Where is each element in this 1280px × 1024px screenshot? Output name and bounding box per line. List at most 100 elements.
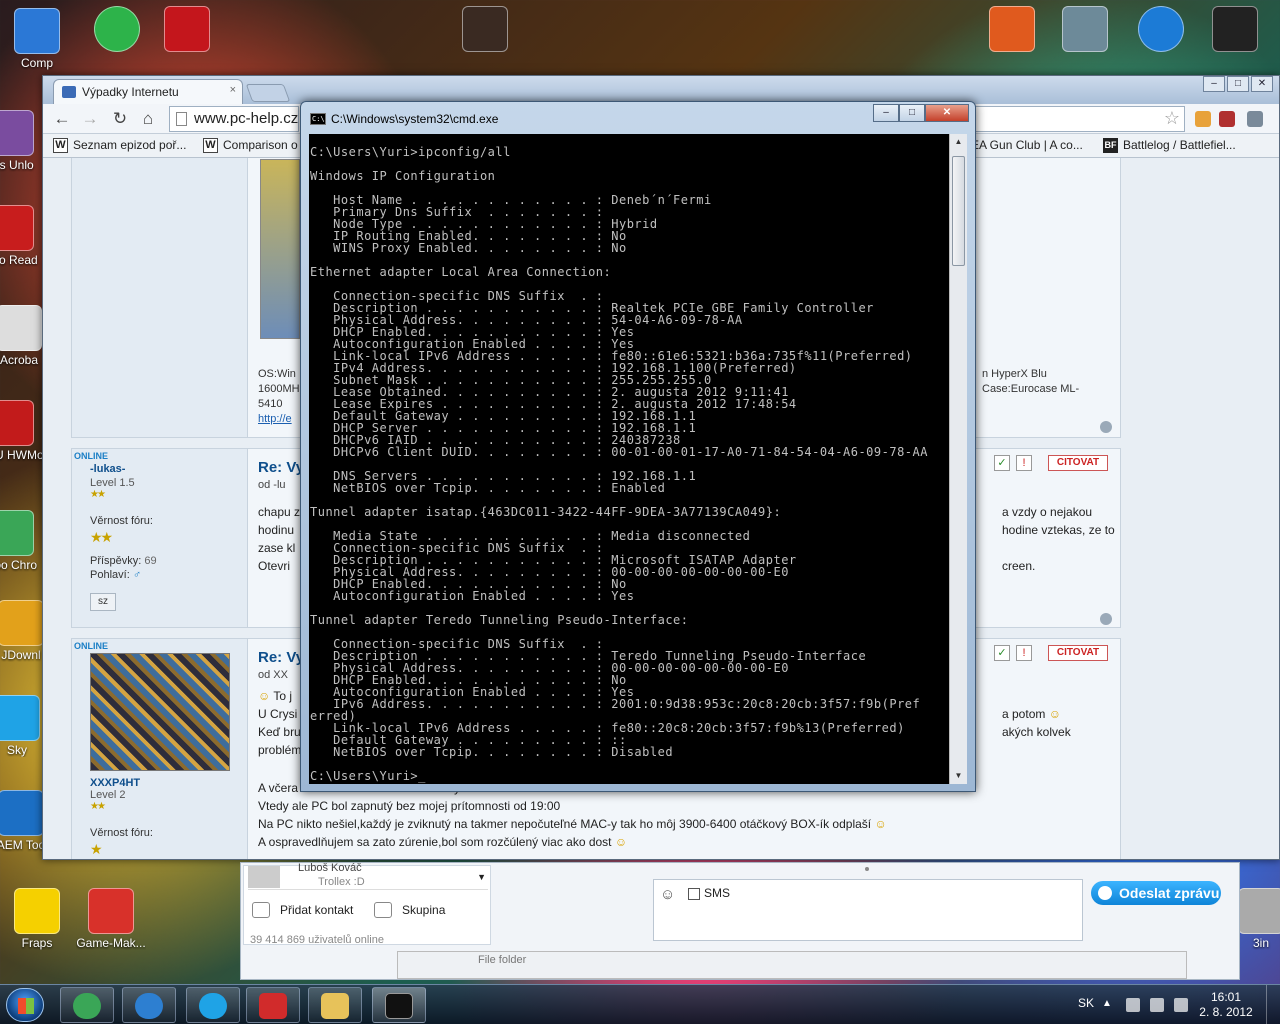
maximize-button[interactable]: □ xyxy=(1227,76,1249,92)
scroll-up-arrow-icon[interactable]: ▲ xyxy=(950,134,967,150)
bookmark-item[interactable]: EA Gun Club | A co... xyxy=(971,138,1083,152)
desktop-icon-game-maker[interactable]: Game-Mak... xyxy=(76,888,146,950)
contact-entry[interactable]: Luboš Kováč Trollex :D ▼ xyxy=(248,862,488,890)
checkmark-icon[interactable]: ✓ xyxy=(994,645,1010,661)
scroll-to-top-icon[interactable] xyxy=(1100,421,1112,433)
user-level: Level 2 xyxy=(90,789,126,801)
sig-link[interactable]: http://e xyxy=(258,412,300,427)
taskbar-flashget[interactable] xyxy=(246,987,300,1023)
reload-icon[interactable]: ↻ xyxy=(109,108,131,130)
show-hidden-icons-icon[interactable]: ▲ xyxy=(1102,998,1116,1012)
tab-title: Výpadky Internetu xyxy=(82,85,179,99)
post-author: od XX xyxy=(258,669,288,681)
rank-stars: ★★ xyxy=(90,489,106,500)
volume-icon[interactable] xyxy=(1174,998,1188,1012)
desktop-icon-disc-unlocker[interactable]: Dis Unlo xyxy=(0,110,46,172)
dropdown-arrow-icon[interactable]: ▼ xyxy=(477,872,486,882)
desktop-icon-rog-cpuz[interactable] xyxy=(152,6,222,54)
network-icon[interactable] xyxy=(1150,998,1164,1012)
tab-strip: Výpadky Internetu × – □ ✕ xyxy=(43,76,1279,104)
desktop-icon-adobe-reader[interactable]: Ado Read xyxy=(0,205,46,267)
sms-checkbox[interactable] xyxy=(688,888,700,900)
desktop-icon-d3[interactable] xyxy=(1200,6,1270,54)
minimize-button[interactable]: – xyxy=(1203,76,1225,92)
desktop-icon-crysis[interactable] xyxy=(1050,6,1120,54)
post-line-text: A ospravedlňujem sa zato zúrenie,bol som… xyxy=(258,835,612,849)
post-line: a potom ☺ xyxy=(1002,705,1071,723)
desktop-icon-eye[interactable] xyxy=(1126,6,1196,54)
scroll-down-arrow-icon[interactable]: ▼ xyxy=(950,768,967,784)
extension-icon[interactable] xyxy=(1195,111,1211,127)
home-icon[interactable]: ⌂ xyxy=(137,108,159,130)
online-badge: ONLINE xyxy=(74,451,109,461)
desktop-icon-cpuid-hwmonitor[interactable]: CPU HWMo xyxy=(0,400,46,462)
post-title[interactable]: Re: Vy xyxy=(258,649,304,666)
console-scrollbar[interactable]: ▲ ▼ xyxy=(949,134,967,784)
posts-value: 69 xyxy=(144,555,157,567)
language-indicator[interactable]: SK xyxy=(1078,996,1094,1010)
taskbar-skype[interactable] xyxy=(186,987,240,1023)
back-arrow-icon[interactable]: ← xyxy=(51,108,73,130)
tab-vypadky-internetu[interactable]: Výpadky Internetu × xyxy=(53,79,243,104)
taskbar-cmd[interactable] xyxy=(372,987,426,1023)
close-button[interactable]: ✕ xyxy=(1251,76,1273,92)
bookmark-item[interactable]: W Comparison o xyxy=(203,138,298,153)
emoticon-icon[interactable]: ☺ xyxy=(660,886,675,903)
send-message-button[interactable]: Odeslat zprávu xyxy=(1091,881,1221,905)
contact-name: Luboš Kováč xyxy=(298,862,362,874)
tab-close-icon[interactable]: × xyxy=(230,84,236,96)
username[interactable]: -lukas- xyxy=(90,463,125,475)
post-line: Na PC nikto nešiel,každý je zviknutý na … xyxy=(258,815,887,833)
bookmark-item[interactable]: W Seznam epizod poř... xyxy=(53,138,186,153)
forward-arrow-icon[interactable]: → xyxy=(79,108,101,130)
console-output[interactable]: C:\Users\Yuri>ipconfig/all Windows IP Co… xyxy=(309,134,949,784)
report-icon[interactable]: ! xyxy=(1016,645,1032,661)
start-button[interactable] xyxy=(6,988,44,1022)
taskbar-itunes[interactable] xyxy=(122,987,176,1023)
cmd-prompt-icon: C:\ xyxy=(310,113,326,125)
folder-strip: File folder xyxy=(397,951,1187,979)
send-message-button[interactable]: sz xyxy=(90,593,116,611)
show-desktop-button[interactable] xyxy=(1266,985,1280,1024)
desktop-icon-computer[interactable]: Comp xyxy=(2,8,72,70)
address-bar-right[interactable]: ☆ xyxy=(973,106,1185,132)
scrollbar-thumb[interactable] xyxy=(952,156,965,266)
bookmark-star-icon[interactable]: ☆ xyxy=(1164,108,1180,129)
message-input[interactable]: ☺ SMS xyxy=(653,879,1083,941)
taskbar-explorer[interactable] xyxy=(308,987,362,1023)
posts-label: Příspěvky: xyxy=(90,555,142,567)
clock[interactable]: 16:01 2. 8. 2012 xyxy=(1196,990,1256,1020)
close-button[interactable]: ✕ xyxy=(925,104,969,122)
quote-button[interactable]: CITOVAT xyxy=(1048,455,1108,471)
post-line: creen. xyxy=(1002,559,1036,573)
skype-icon xyxy=(199,993,227,1019)
desktop-icon-racing-game[interactable] xyxy=(977,6,1047,54)
address-bar[interactable]: www.pc-help.cz xyxy=(169,106,299,132)
add-contact-button[interactable]: Přidat kontakt xyxy=(248,898,353,922)
smiley-icon: ☺ xyxy=(258,689,271,703)
resize-dot-icon[interactable] xyxy=(865,867,869,871)
scroll-to-top-icon[interactable] xyxy=(1100,613,1112,625)
bookmark-item[interactable]: BF Battlelog / Battlefiel... xyxy=(1103,138,1236,153)
desktop-icon-green-circle[interactable] xyxy=(82,6,152,54)
post-body: chapu z hodinu zase kl Otevri xyxy=(258,503,300,575)
checkmark-icon[interactable]: ✓ xyxy=(994,455,1010,471)
screenshot-thumbnail[interactable] xyxy=(260,159,300,339)
quote-button[interactable]: CITOVAT xyxy=(1048,645,1108,661)
desktop-icon-label: CPU HWMo xyxy=(0,448,44,462)
desktop-icon-mafia[interactable] xyxy=(450,6,520,54)
extension-icon[interactable] xyxy=(1219,111,1235,127)
desktop-icon-fraps[interactable]: Fraps xyxy=(2,888,72,950)
maximize-button[interactable]: □ xyxy=(899,104,925,122)
new-tab-button[interactable] xyxy=(245,84,291,102)
taskbar-chrome[interactable] xyxy=(60,987,114,1023)
wrench-icon[interactable] xyxy=(1247,111,1263,127)
username[interactable]: XXXP4HT xyxy=(90,777,140,789)
minimize-button[interactable]: – xyxy=(873,104,899,122)
post-line: hodine vztekas, ze to xyxy=(1002,523,1115,537)
desktop-icon-google-chrome[interactable]: Goo Chro xyxy=(0,510,46,572)
action-center-icon[interactable] xyxy=(1126,998,1140,1012)
group-button[interactable]: Skupina xyxy=(370,898,445,922)
post-title[interactable]: Re: Vy xyxy=(258,459,304,476)
report-icon[interactable]: ! xyxy=(1016,455,1032,471)
